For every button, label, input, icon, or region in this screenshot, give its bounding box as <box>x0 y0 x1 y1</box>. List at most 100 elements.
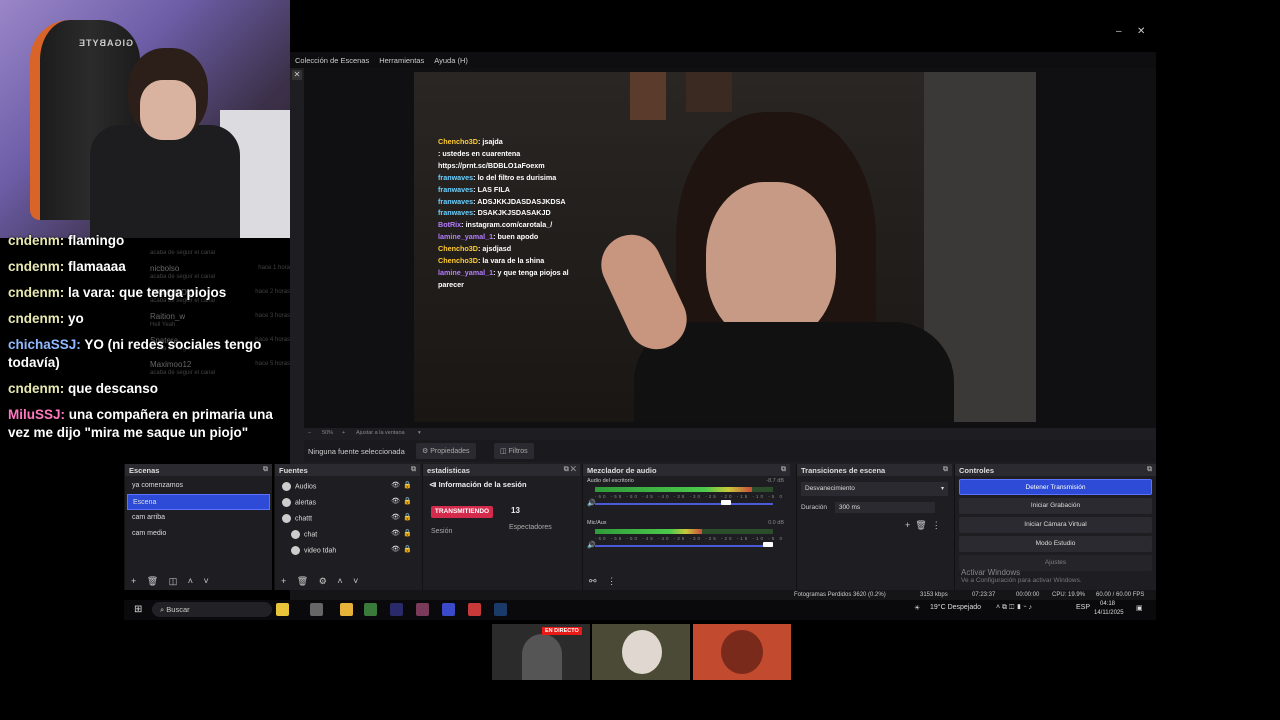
chevron-up-icon[interactable]: ˄ <box>337 576 342 586</box>
source-item[interactable]: alertas 👁 🔒 <box>277 494 418 510</box>
source-item[interactable]: chat 👁 🔒 <box>277 526 418 542</box>
preview-chat-text: DSAKJKJSDASAKJD <box>477 208 551 218</box>
start-recording-button[interactable]: Iniciar Grabación <box>959 498 1152 514</box>
notification-icon[interactable]: ▣ <box>1136 604 1143 612</box>
cpu-usage: CPU: 19.9% <box>1052 592 1086 598</box>
chat-overlay: cndenm: flamingo cndenm: flamaaaa cndenm: … <box>8 232 298 450</box>
menu-icon[interactable]: ⋮ <box>607 576 616 586</box>
scene-item[interactable]: cam medio <box>127 526 270 542</box>
properties-label: Propiedades <box>430 448 470 455</box>
menu-icon[interactable]: ⋮ <box>932 520 941 530</box>
add-icon[interactable]: + <box>281 576 286 586</box>
clock-date[interactable]: 14/11/2025 <box>1094 610 1124 616</box>
mixer-channel: Mic/Aux 0.0 dB -60 -55 -50 -45 -40 -35 -30… <box>583 518 790 560</box>
obs-icon[interactable] <box>468 603 481 616</box>
filter-icon[interactable]: ◫ <box>169 576 178 586</box>
close-button[interactable]: ✕ <box>1137 26 1145 37</box>
undock-icon[interactable]: ⧉ <box>1147 466 1152 474</box>
task-view-icon[interactable] <box>310 603 323 616</box>
channel-name: Audio del escritorio <box>587 478 634 484</box>
volume-slider[interactable] <box>595 503 773 505</box>
eye-icon[interactable]: 👁 <box>391 529 400 537</box>
chat-text: yo <box>68 311 84 326</box>
lock-icon[interactable]: 🔒 <box>403 545 412 553</box>
undock-icon[interactable]: ⧉ <box>781 466 786 474</box>
minimize-button[interactable]: – <box>1116 26 1122 37</box>
undock-icon[interactable]: ⧉ <box>411 466 416 474</box>
eye-icon[interactable]: 👁 <box>391 513 400 521</box>
wall-poster <box>630 72 666 120</box>
tile-avatar[interactable] <box>693 624 791 680</box>
source-type-icon <box>291 546 300 555</box>
stop-stream-button[interactable]: Detener Transmisión <box>959 479 1152 495</box>
preview-canvas[interactable]: Chencho3D: jsajda: ustedes en cuarentena… <box>414 72 1036 422</box>
photoshop-icon[interactable] <box>494 603 507 616</box>
transitions-title: Transiciones de escena <box>801 466 886 475</box>
lock-icon[interactable]: 🔒 <box>403 497 412 505</box>
trash-icon[interactable]: 🗑 <box>147 576 158 586</box>
start-virtual-camera-button[interactable]: Iniciar Cámara Virtual <box>959 517 1152 533</box>
scene-item[interactable]: Escena <box>127 494 270 510</box>
transition-select[interactable]: Desvanecimiento ▾ <box>801 482 948 496</box>
activate-windows-watermark: Activar Windows Ve a Configuración para … <box>961 568 1082 584</box>
app-icon[interactable] <box>364 603 377 616</box>
eye-icon[interactable]: 👁 <box>391 497 400 505</box>
volume-knob[interactable] <box>721 500 731 505</box>
source-item[interactable]: video tdah 👁 🔒 <box>277 542 418 558</box>
eye-icon[interactable]: 👁 <box>391 481 400 489</box>
properties-button[interactable]: ⚙ Propiedades <box>416 443 476 459</box>
chevron-down-icon[interactable]: ˅ <box>204 576 209 586</box>
close-icon[interactable]: ⧉ ✕ <box>564 466 576 474</box>
tile-dog[interactable] <box>592 624 690 680</box>
search-box[interactable]: ⌕ Buscar <box>152 602 272 617</box>
undock-icon[interactable]: ⧉ <box>263 466 268 474</box>
app-icon[interactable] <box>416 603 429 616</box>
trash-icon[interactable]: 🗑 <box>297 576 308 586</box>
weather-icon[interactable]: ☀ <box>914 604 920 612</box>
scene-item[interactable]: cam arriba <box>127 510 270 526</box>
copilot-icon[interactable] <box>276 603 289 616</box>
zoom-out-button[interactable]: – <box>308 430 311 436</box>
lock-icon[interactable]: 🔒 <box>403 513 412 521</box>
source-item[interactable]: chattt 👁 🔒 <box>277 510 418 526</box>
volume-slider[interactable] <box>595 545 773 547</box>
obs-window: – ✕ Colección de Escenas Herramientas Ayud… <box>124 26 1156 620</box>
live-badge: EN DIRECTO <box>542 627 582 635</box>
tray-icons[interactable]: ˄ ⧉ ◫ ▮ ⌁ ♪ <box>996 604 1032 612</box>
filters-label: Filtros <box>508 448 528 455</box>
chat-message: cndenm: que descanso <box>8 381 159 396</box>
file-explorer-icon[interactable] <box>340 603 353 616</box>
trash-icon[interactable]: 🗑 <box>915 520 926 530</box>
lock-icon[interactable]: 🔒 <box>403 529 412 537</box>
language-indicator[interactable]: ESP <box>1076 604 1090 611</box>
source-item[interactable]: Audios 👁 🔒 <box>277 478 418 494</box>
premiere-icon[interactable] <box>390 603 403 616</box>
gear-icon[interactable]: ⚙ <box>319 576 327 586</box>
volume-knob[interactable] <box>763 542 773 547</box>
add-icon[interactable]: + <box>905 520 910 530</box>
menu-item[interactable]: Herramientas <box>374 52 429 69</box>
chat-text: flamingo <box>68 233 125 248</box>
chevron-up-icon[interactable]: ˄ <box>188 576 193 586</box>
zoom-in-button[interactable]: + <box>342 430 345 436</box>
menu-item[interactable]: Colección de Escenas <box>290 52 374 69</box>
lock-icon[interactable]: 🔒 <box>403 481 412 489</box>
weather-text[interactable]: 19°C Despejado <box>930 604 981 611</box>
link-icon[interactable]: ⚯ <box>589 576 597 586</box>
undock-icon[interactable]: ⧉ <box>943 466 948 474</box>
scene-item[interactable]: ya comenzamos <box>127 478 270 494</box>
chevron-down-icon[interactable]: ˅ <box>353 576 358 586</box>
duration-input[interactable]: 300 ms <box>834 502 935 513</box>
add-icon[interactable]: + <box>131 576 136 586</box>
close-icon[interactable]: ✕ <box>292 70 302 80</box>
studio-mode-button[interactable]: Modo Estudio <box>959 536 1152 552</box>
windows-start-icon[interactable]: ⊞ <box>134 604 142 615</box>
chevron-down-icon[interactable]: ▾ <box>418 430 421 436</box>
menu-item[interactable]: Ayuda (H) <box>429 52 473 69</box>
tile-live-stream[interactable]: EN DIRECTO <box>492 624 590 680</box>
discord-icon[interactable] <box>442 603 455 616</box>
clock-time[interactable]: 04:18 <box>1100 601 1115 607</box>
filters-button[interactable]: ◫ Filtros <box>494 443 534 459</box>
eye-icon[interactable]: 👁 <box>391 545 400 553</box>
fit-window-button[interactable]: Ajustar a la ventana <box>356 430 405 436</box>
